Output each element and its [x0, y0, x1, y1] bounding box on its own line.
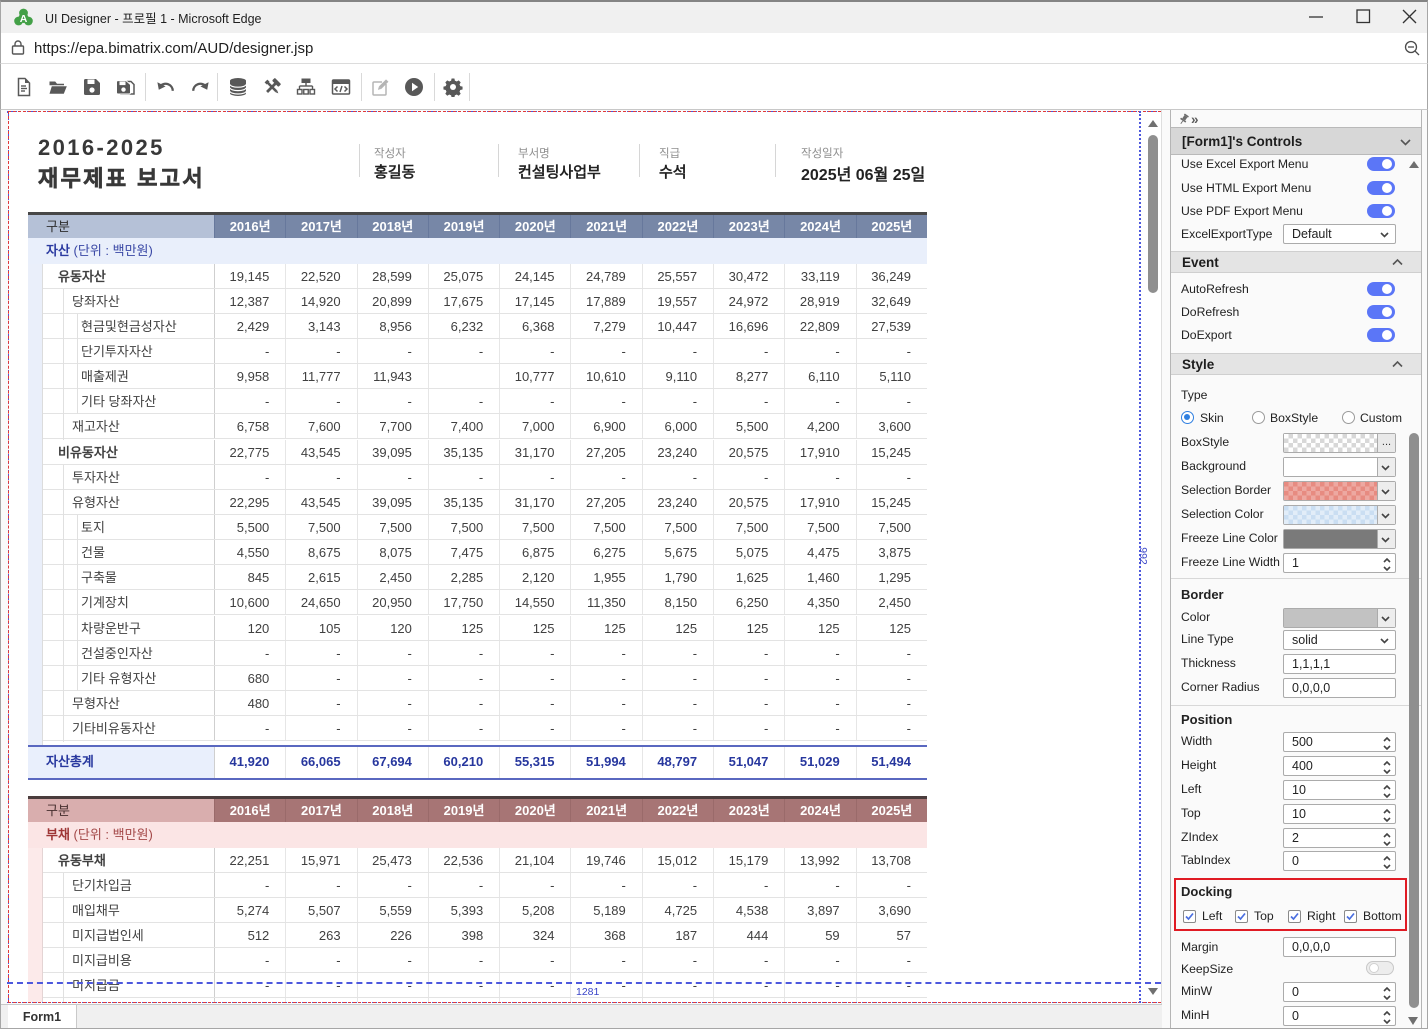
svg-text:A: A [20, 13, 28, 25]
